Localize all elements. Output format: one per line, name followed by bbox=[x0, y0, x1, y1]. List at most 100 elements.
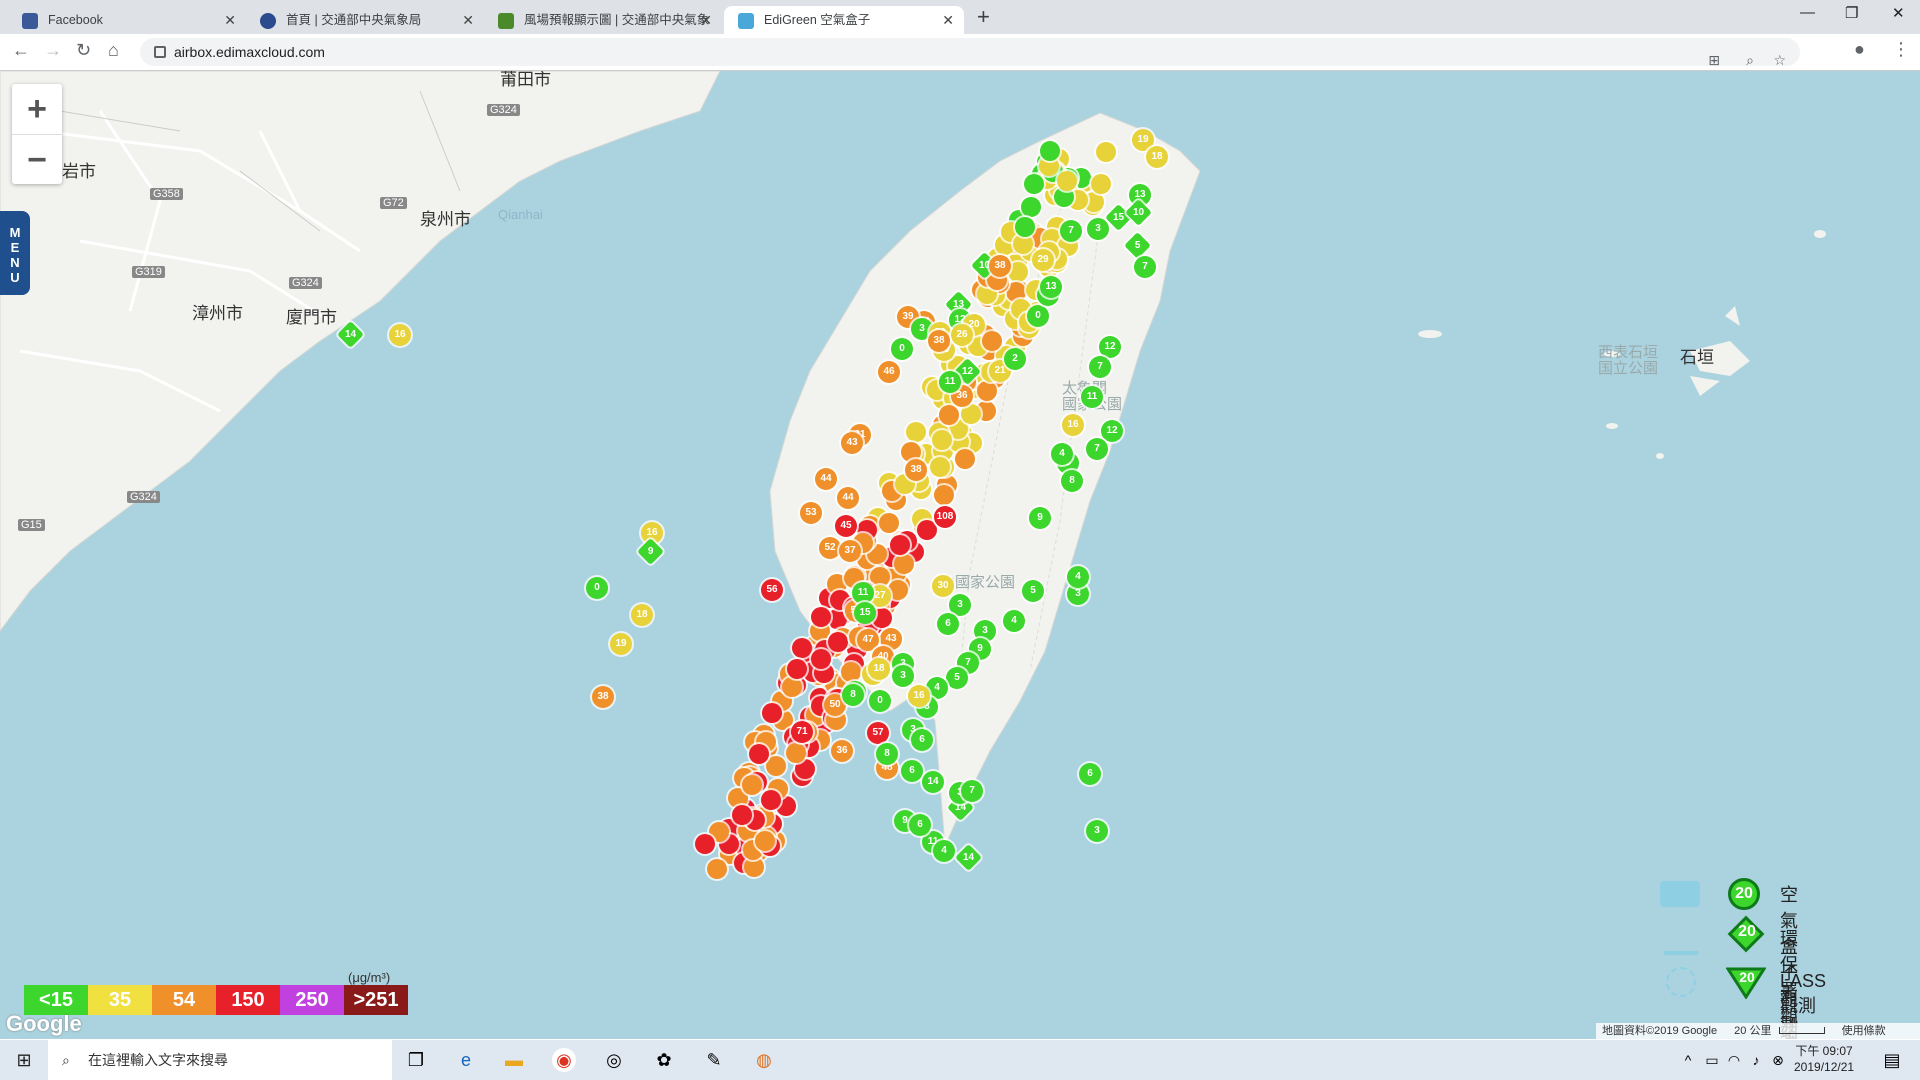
attribution-text[interactable]: 地圖資料©2019 Google bbox=[1602, 1025, 1717, 1037]
airbox-marker[interactable]: 7 bbox=[1089, 356, 1111, 378]
airbox-marker[interactable]: 56 bbox=[761, 579, 783, 601]
airbox-marker[interactable] bbox=[828, 631, 849, 652]
airbox-marker[interactable]: 12 bbox=[1101, 420, 1123, 442]
airbox-marker[interactable]: 13 bbox=[1040, 276, 1062, 298]
airbox-marker[interactable]: 16 bbox=[1062, 414, 1084, 436]
airbox-marker[interactable]: 38 bbox=[905, 459, 927, 481]
airbox-marker[interactable]: 6 bbox=[909, 814, 931, 836]
airbox-marker[interactable] bbox=[932, 429, 953, 450]
back-icon[interactable]: ← bbox=[12, 40, 30, 61]
close-tab-icon[interactable]: ✕ bbox=[462, 6, 474, 34]
airbox-marker[interactable] bbox=[1056, 170, 1077, 191]
airbox-marker[interactable]: 52 bbox=[819, 537, 841, 559]
airbox-marker[interactable]: 36 bbox=[831, 740, 853, 762]
airbox-marker[interactable] bbox=[706, 858, 727, 879]
close-tab-icon[interactable]: ✕ bbox=[700, 6, 712, 34]
airbox-marker[interactable] bbox=[879, 512, 899, 533]
tab-edigreen[interactable]: EdiGreen 空氣盒子 ✕ bbox=[724, 6, 964, 34]
airbox-marker[interactable]: 4 bbox=[1067, 566, 1089, 588]
volume-icon[interactable]: ♪ bbox=[1744, 1048, 1768, 1072]
airbox-marker[interactable] bbox=[888, 579, 909, 600]
airbox-marker[interactable]: 7 bbox=[961, 780, 983, 802]
airbox-marker[interactable] bbox=[1024, 173, 1045, 194]
airbox-marker[interactable]: 29 bbox=[1032, 249, 1054, 271]
airbox-marker[interactable]: 3 bbox=[1086, 820, 1108, 842]
airbox-marker[interactable] bbox=[954, 449, 975, 470]
airbox-marker[interactable] bbox=[743, 856, 764, 877]
translate-icon[interactable]: ⊞ bbox=[1708, 46, 1720, 74]
airbox-marker[interactable] bbox=[785, 742, 806, 763]
chrome-icon[interactable]: ◉ bbox=[552, 1048, 576, 1072]
airbox-marker[interactable] bbox=[1040, 141, 1060, 161]
tab-wind[interactable]: 風場預報顯示圖 | 交通部中央氣象 ✕ bbox=[484, 6, 722, 34]
airbox-marker[interactable]: 0 bbox=[869, 690, 891, 712]
airbox-marker[interactable] bbox=[938, 404, 959, 425]
close-window-button[interactable]: ✕ bbox=[1892, 4, 1905, 22]
airbox-marker[interactable]: 4 bbox=[1051, 443, 1073, 465]
blender-icon[interactable]: ◍ bbox=[752, 1048, 776, 1072]
airbox-marker[interactable]: 11 bbox=[1081, 386, 1103, 408]
airbox-marker[interactable]: 5 bbox=[1022, 580, 1044, 602]
forward-icon[interactable]: → bbox=[44, 40, 62, 61]
airbox-marker[interactable]: 38 bbox=[928, 330, 950, 352]
airbox-marker[interactable]: 9 bbox=[1029, 507, 1051, 529]
airbox-marker[interactable]: 7 bbox=[1060, 220, 1082, 242]
airbox-marker[interactable] bbox=[870, 566, 891, 587]
airbox-marker[interactable]: 46 bbox=[878, 361, 900, 383]
airbox-marker[interactable]: 8 bbox=[1061, 470, 1083, 492]
airbox-marker[interactable]: 37 bbox=[839, 540, 861, 562]
airbox-marker[interactable] bbox=[754, 830, 775, 851]
airbox-marker[interactable] bbox=[906, 421, 927, 442]
taskbar-search-box[interactable]: ⌕ 在這裡輸入文字來搜尋 bbox=[48, 1040, 392, 1080]
airbox-marker[interactable]: 6 bbox=[937, 613, 959, 635]
ime-icon[interactable]: ⊗ bbox=[1766, 1048, 1790, 1072]
airbox-marker[interactable]: 53 bbox=[800, 502, 822, 524]
close-tab-icon[interactable]: ✕ bbox=[224, 6, 236, 34]
airbox-marker[interactable]: 2 bbox=[1004, 348, 1026, 370]
airbox-marker[interactable] bbox=[1020, 196, 1041, 217]
airbox-marker[interactable]: 38 bbox=[989, 255, 1011, 277]
windows-start-icon[interactable]: ⊞ bbox=[12, 1048, 36, 1072]
airbox-marker[interactable]: 57 bbox=[867, 722, 889, 744]
airbox-marker[interactable]: 6 bbox=[901, 760, 923, 782]
notification-icon[interactable]: ▤ bbox=[1880, 1048, 1904, 1072]
address-bar[interactable]: airbox.edimaxcloud.com ⊞ ⌕ ☆ bbox=[140, 38, 1800, 68]
zoom-in-button[interactable]: + bbox=[12, 84, 62, 135]
new-tab-button[interactable]: + bbox=[977, 6, 990, 28]
airbox-marker[interactable]: 30 bbox=[932, 575, 954, 597]
airbox-marker[interactable] bbox=[810, 648, 831, 669]
close-tab-icon[interactable]: ✕ bbox=[942, 6, 954, 34]
airbox-marker[interactable] bbox=[889, 535, 910, 556]
airbox-marker[interactable]: 6 bbox=[1079, 763, 1101, 785]
file-explorer-icon[interactable]: ▬ bbox=[502, 1048, 526, 1072]
airbox-marker[interactable] bbox=[981, 330, 1002, 351]
airbox-marker[interactable]: 8 bbox=[842, 684, 864, 706]
menu-dots-icon[interactable]: ⋮ bbox=[1892, 39, 1910, 60]
airbox-marker[interactable]: 38 bbox=[592, 686, 614, 708]
airbox-marker[interactable]: 44 bbox=[837, 487, 859, 509]
airbox-marker[interactable]: 4 bbox=[933, 840, 955, 862]
map-area[interactable]: 莆田市 泉州市 漳州市 廈門市 岩市 Qianhai 太魯閣 國家公園 山國家公… bbox=[0, 71, 1920, 1039]
reload-icon[interactable]: ↻ bbox=[76, 40, 91, 61]
app-icon[interactable]: ✎ bbox=[702, 1048, 726, 1072]
bookmark-star-icon[interactable]: ☆ bbox=[1773, 46, 1786, 74]
airbox-marker[interactable]: 11 bbox=[939, 371, 961, 393]
airbox-marker[interactable] bbox=[840, 661, 861, 682]
airbox-marker[interactable]: 44 bbox=[815, 468, 837, 490]
airbox-marker[interactable] bbox=[1014, 217, 1035, 238]
airbox-marker[interactable]: 11 bbox=[852, 582, 874, 604]
airbox-marker[interactable]: 43 bbox=[841, 432, 863, 454]
airbox-marker[interactable] bbox=[695, 833, 716, 854]
app-icon[interactable]: ◎ bbox=[602, 1048, 626, 1072]
tab-facebook[interactable]: Facebook ✕ bbox=[8, 6, 246, 34]
airbox-marker[interactable]: 16 bbox=[389, 324, 411, 346]
airbox-marker[interactable]: 7 bbox=[1134, 256, 1156, 278]
airbox-marker[interactable]: 16 bbox=[908, 685, 930, 707]
system-clock[interactable]: 下午 09:07 2019/12/21 bbox=[1794, 1043, 1854, 1075]
airbox-marker[interactable] bbox=[742, 774, 763, 795]
airbox-marker[interactable]: 14 bbox=[922, 771, 944, 793]
zoom-icon[interactable]: ⌕ bbox=[1746, 46, 1754, 74]
airbox-marker[interactable]: 5 bbox=[946, 667, 968, 689]
airbox-marker[interactable]: 3 bbox=[892, 665, 914, 687]
airbox-marker[interactable] bbox=[791, 638, 812, 659]
